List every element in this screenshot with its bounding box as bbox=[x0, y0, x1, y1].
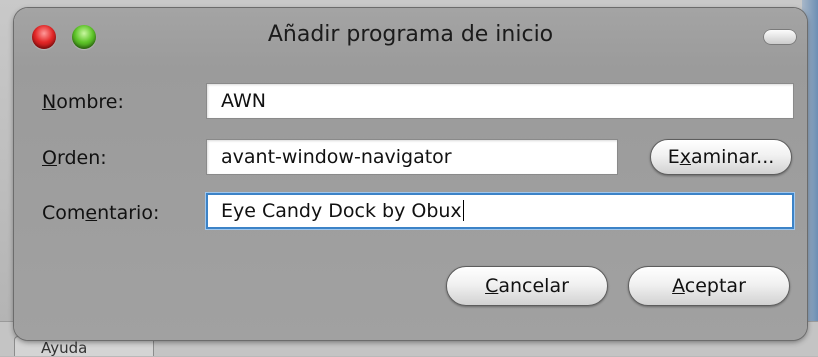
add-startup-program-dialog: Añadir programa de inicio Nombre: AWN Or… bbox=[14, 8, 807, 340]
toolbar-toggle-button[interactable] bbox=[763, 29, 797, 45]
accept-button[interactable]: Aceptar bbox=[628, 266, 790, 306]
cancel-button[interactable]: Cancelar bbox=[446, 266, 608, 306]
comentario-label: Comentario: bbox=[42, 202, 160, 224]
orden-field[interactable]: avant-window-navigator bbox=[206, 139, 618, 175]
text-caret bbox=[462, 200, 464, 221]
orden-label: Orden: bbox=[42, 147, 107, 169]
dialog-title: Añadir programa de inicio bbox=[267, 22, 554, 47]
comentario-field[interactable]: Eye Candy Dock by Obux bbox=[206, 193, 794, 229]
nombre-field[interactable]: AWN bbox=[206, 83, 794, 119]
titlebar[interactable]: Añadir programa de inicio bbox=[14, 8, 807, 60]
nombre-label: Nombre: bbox=[42, 91, 124, 113]
browse-button[interactable]: Examinar... bbox=[650, 139, 792, 175]
